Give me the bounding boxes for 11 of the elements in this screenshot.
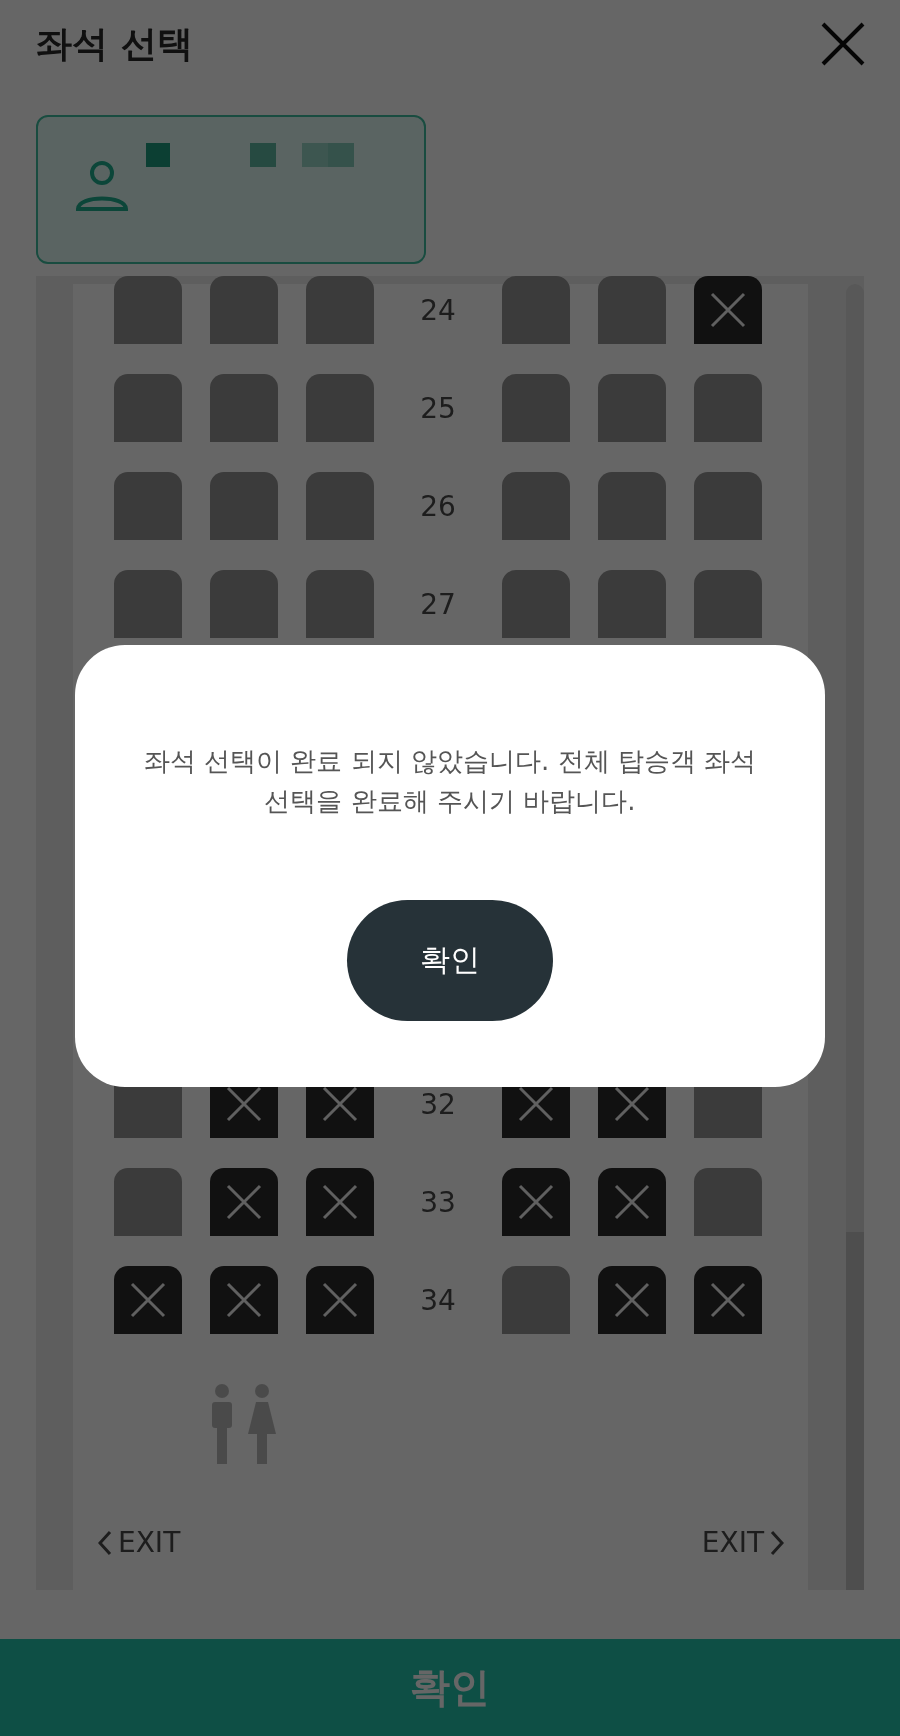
row-number: 32 xyxy=(419,1087,457,1121)
confirm-button[interactable]: 확인 xyxy=(0,1639,900,1736)
row-number: 33 xyxy=(419,1185,457,1219)
row-number: 26 xyxy=(419,489,457,523)
dialog-message: 좌석 선택이 완료 되지 않았습니다. 전체 탑승객 좌석 선택을 완료해 주시기 바랍니다. xyxy=(142,745,758,818)
row-number: 25 xyxy=(419,391,457,425)
row-number: 34 xyxy=(419,1283,457,1317)
row-number: 24 xyxy=(419,293,457,327)
page-title: 좌석 선택 xyxy=(36,21,193,66)
ok-button[interactable]: 확인 xyxy=(347,900,553,1021)
row-number: 27 xyxy=(419,587,457,621)
